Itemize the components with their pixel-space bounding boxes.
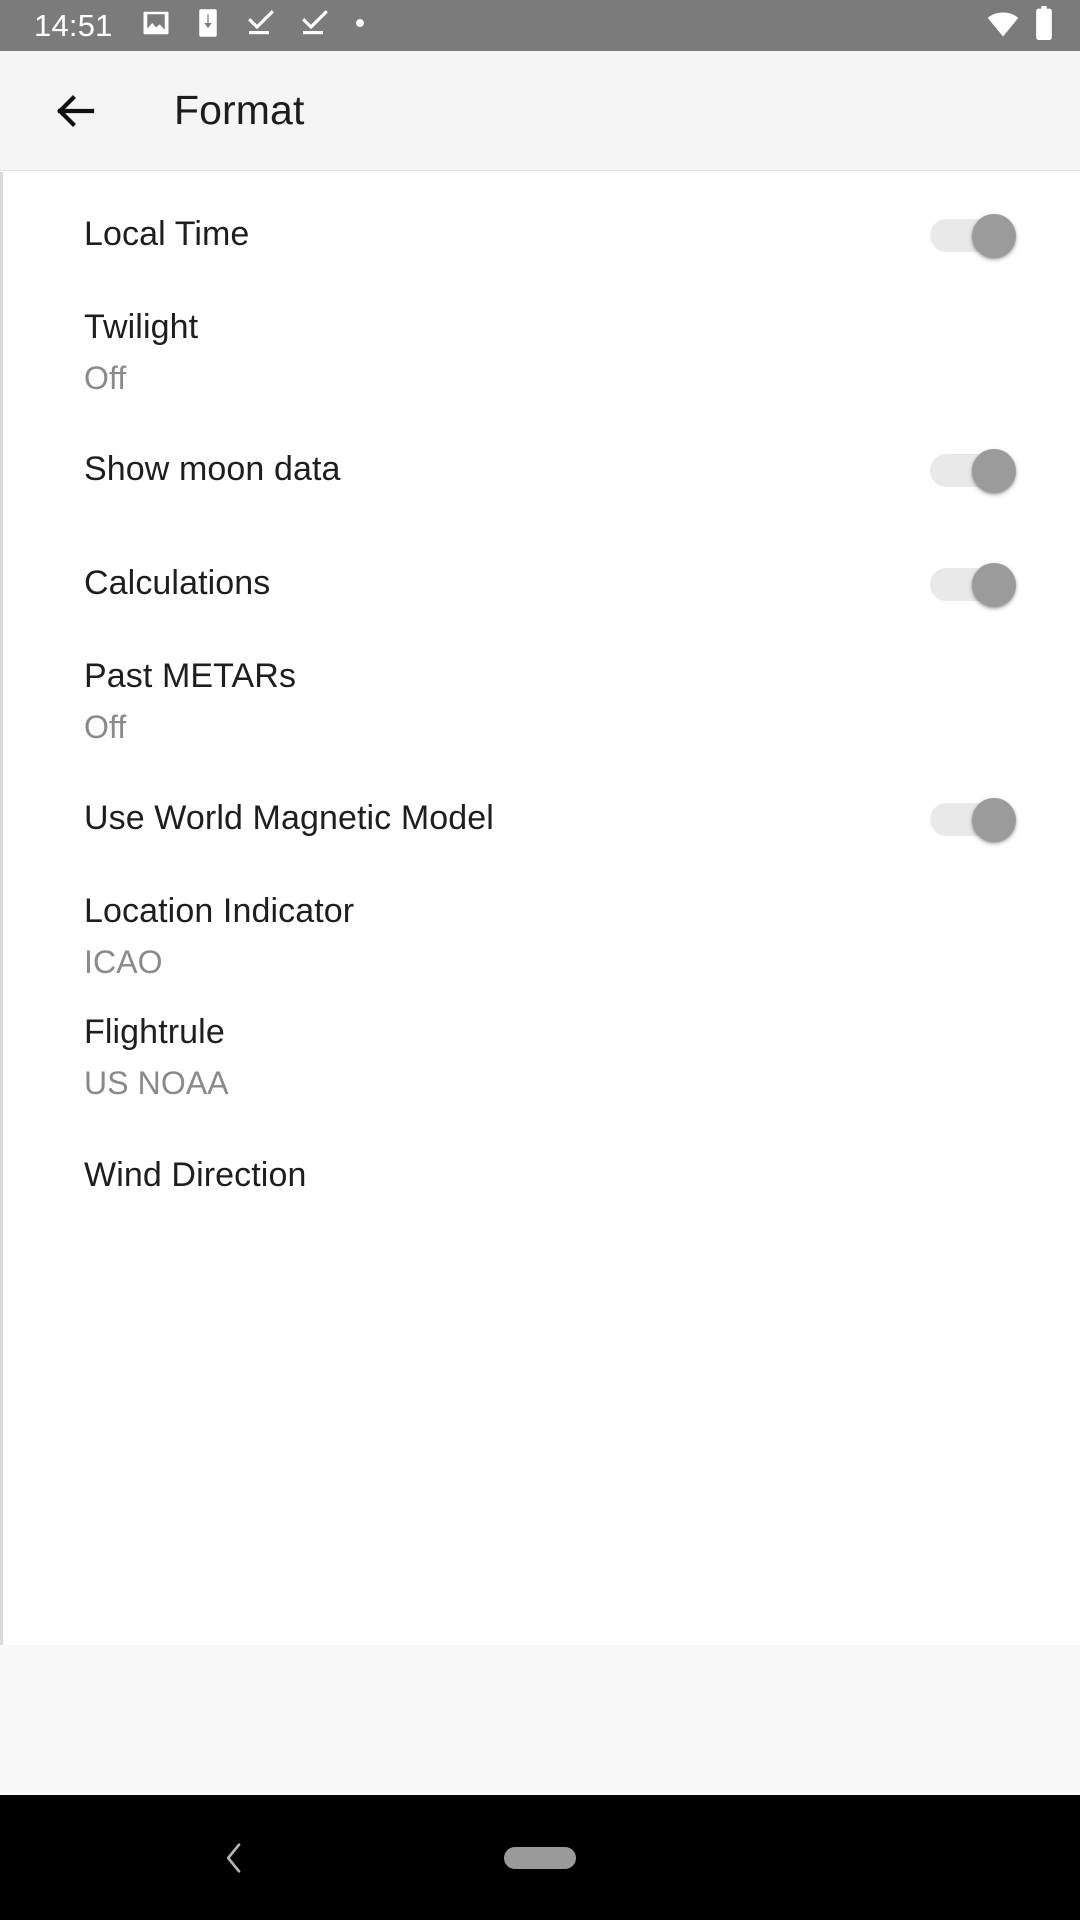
toggle-calculations[interactable]	[930, 558, 1020, 610]
toggle-use-world-magnetic-model[interactable]	[930, 793, 1020, 845]
setting-title: Calculations	[84, 564, 271, 603]
battery-icon	[1034, 6, 1054, 45]
row-text-block: Calculations	[84, 562, 930, 606]
row-text-block: Flightrule US NOAA	[84, 1011, 1022, 1104]
setting-title: Flightrule	[84, 1013, 225, 1052]
setting-value: ICAO	[84, 943, 163, 980]
row-text-block: Location Indicator ICAO	[84, 890, 1022, 983]
status-bar-right-group	[986, 6, 1054, 45]
page-title: Format	[174, 87, 305, 133]
toggle-show-moon-data[interactable]	[930, 444, 1020, 496]
task-complete-icon	[299, 7, 331, 44]
setting-row-wind-direction[interactable]: Wind Direction	[3, 1118, 1080, 1233]
back-arrow-icon[interactable]	[36, 71, 116, 151]
switch-thumb	[972, 563, 1016, 608]
settings-list: Local Time Twilight Off Show moon data C…	[3, 172, 1080, 1233]
setting-value: Off	[84, 708, 127, 745]
task-complete-icon	[245, 7, 277, 44]
setting-row-past-metars[interactable]: Past METARs Off	[3, 641, 1080, 763]
image-icon	[141, 8, 171, 43]
setting-row-use-world-magnetic-model[interactable]: Use World Magnetic Model	[3, 762, 1080, 877]
row-text-block: Show moon data	[84, 448, 930, 492]
home-pill-indicator[interactable]	[504, 1846, 576, 1869]
row-text-block: Local Time	[84, 213, 930, 257]
toggle-local-time[interactable]	[930, 209, 1020, 261]
setting-row-calculations[interactable]: Calculations	[3, 527, 1080, 642]
status-bar-clock: 14:51	[34, 8, 113, 43]
row-text-block: Past METARs Off	[84, 655, 1022, 748]
bottom-filler-area	[0, 1645, 1080, 1795]
setting-row-twilight[interactable]: Twilight Off	[3, 292, 1080, 414]
wifi-icon	[986, 6, 1020, 45]
phone-screen: 14:51 Format Local Time Twilight Off Sho…	[0, 0, 1080, 1920]
setting-title: Use World Magnetic Model	[84, 799, 494, 838]
setting-value: US NOAA	[84, 1064, 229, 1101]
dot-icon	[353, 16, 367, 35]
setting-row-show-moon-data[interactable]: Show moon data	[3, 413, 1080, 528]
setting-row-flightrule[interactable]: Flightrule US NOAA	[3, 997, 1080, 1119]
setting-title: Wind Direction	[84, 1155, 307, 1194]
switch-thumb	[972, 798, 1016, 843]
status-bar: 14:51	[0, 0, 1080, 51]
setting-value: Off	[84, 359, 127, 396]
setting-title: Location Indicator	[84, 892, 355, 931]
settings-scroll-area[interactable]: Local Time Twilight Off Show moon data C…	[0, 172, 1080, 1645]
setting-title: Twilight	[84, 308, 199, 346]
row-text-block: Wind Direction	[84, 1154, 1022, 1198]
setting-title: Local Time	[84, 215, 250, 254]
download-to-phone-icon	[193, 8, 223, 43]
setting-title: Past METARs	[84, 657, 297, 696]
setting-row-location-indicator[interactable]: Location Indicator ICAO	[3, 876, 1080, 998]
setting-title: Show moon data	[84, 450, 341, 489]
switch-thumb	[972, 214, 1016, 258]
system-navigation-bar	[0, 1795, 1080, 1920]
switch-thumb	[972, 449, 1016, 494]
app-bar: Format	[0, 51, 1080, 171]
row-text-block: Use World Magnetic Model	[84, 797, 930, 841]
row-text-block: Twilight Off	[84, 306, 1022, 399]
nav-back-chevron-icon[interactable]	[202, 1826, 266, 1890]
status-bar-left-group: 14:51	[34, 7, 986, 44]
setting-row-local-time[interactable]: Local Time	[3, 178, 1080, 292]
